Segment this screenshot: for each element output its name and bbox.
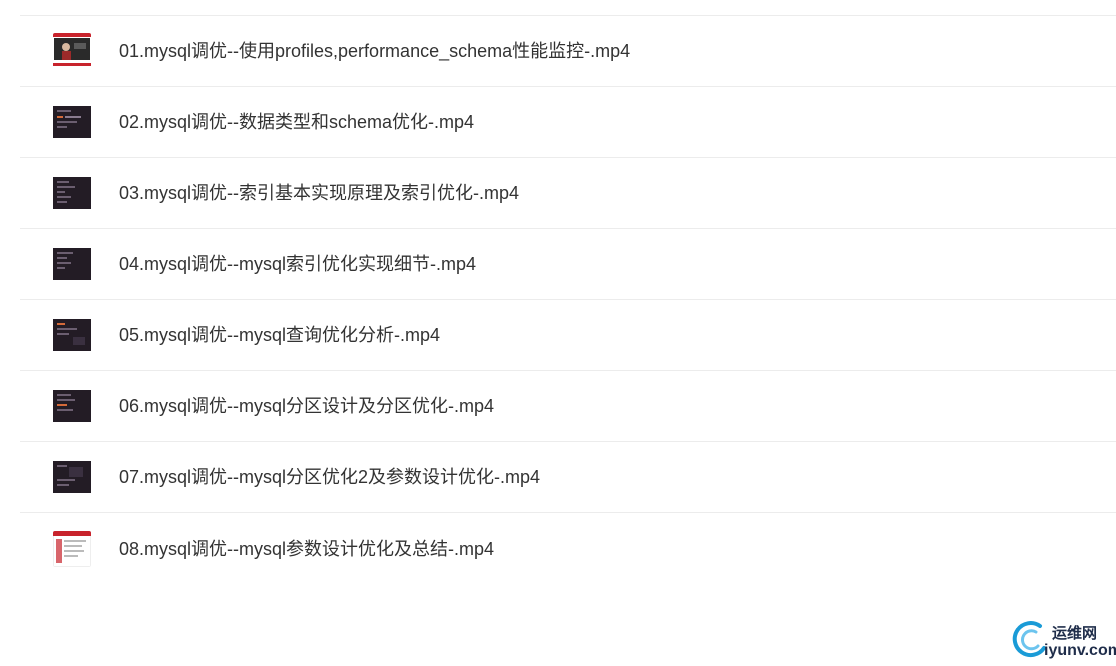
video-thumbnail <box>53 530 91 567</box>
watermark-url: iyunv.com <box>1044 642 1116 659</box>
file-name[interactable]: 04.mysql调优--mysql索引优化实现细节-.mp4 <box>119 253 476 275</box>
file-row[interactable]: 06.mysql调优--mysql分区设计及分区优化-.mp4 <box>20 371 1116 442</box>
video-thumbnail <box>53 104 91 140</box>
video-thumbnail <box>53 388 91 424</box>
file-row[interactable]: 01.mysql调优--使用profiles,performance_schem… <box>20 16 1116 87</box>
file-list-page: 01.mysql调优--使用profiles,performance_schem… <box>0 0 1116 666</box>
video-thumbnail <box>53 175 91 211</box>
file-name[interactable]: 07.mysql调优--mysql分区优化2及参数设计优化-.mp4 <box>119 466 540 488</box>
file-row[interactable]: 03.mysql调优--索引基本实现原理及索引优化-.mp4 <box>20 158 1116 229</box>
file-row[interactable]: 04.mysql调优--mysql索引优化实现细节-.mp4 <box>20 229 1116 300</box>
site-watermark: 运维网 iyunv.com <box>1010 618 1116 662</box>
video-thumb-dark-icon <box>53 177 91 209</box>
watermark-site-name: 运维网 <box>1052 625 1098 642</box>
file-row[interactable]: 02.mysql调优--数据类型和schema优化-.mp4 <box>20 87 1116 158</box>
file-name[interactable]: 05.mysql调优--mysql查询优化分析-.mp4 <box>119 324 440 346</box>
file-list: 01.mysql调优--使用profiles,performance_schem… <box>20 15 1116 584</box>
video-thumbnail <box>53 459 91 495</box>
video-thumb-light-icon <box>53 530 91 567</box>
video-thumb-red-icon <box>53 33 91 69</box>
file-row[interactable]: 08.mysql调优--mysql参数设计优化及总结-.mp4 <box>20 513 1116 584</box>
file-name[interactable]: 06.mysql调优--mysql分区设计及分区优化-.mp4 <box>119 395 494 417</box>
video-thumbnail <box>53 33 91 69</box>
file-row[interactable]: 07.mysql调优--mysql分区优化2及参数设计优化-.mp4 <box>20 442 1116 513</box>
video-thumbnail <box>53 317 91 353</box>
file-row[interactable]: 05.mysql调优--mysql查询优化分析-.mp4 <box>20 300 1116 371</box>
video-thumb-dark-icon <box>53 461 91 493</box>
file-name[interactable]: 03.mysql调优--索引基本实现原理及索引优化-.mp4 <box>119 182 519 204</box>
video-thumbnail <box>53 246 91 282</box>
video-thumb-dark-icon <box>53 248 91 280</box>
video-thumb-dark-icon <box>53 319 91 351</box>
video-thumb-dark-icon <box>53 390 91 422</box>
video-thumb-dark-icon <box>53 106 91 138</box>
file-name[interactable]: 02.mysql调优--数据类型和schema优化-.mp4 <box>119 111 474 133</box>
file-name[interactable]: 01.mysql调优--使用profiles,performance_schem… <box>119 40 630 62</box>
file-name[interactable]: 08.mysql调优--mysql参数设计优化及总结-.mp4 <box>119 538 494 560</box>
